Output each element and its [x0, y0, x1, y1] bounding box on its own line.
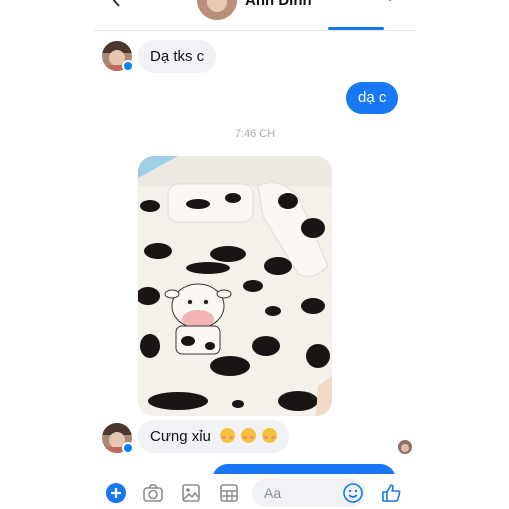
message-text: Cưng xỉu [150, 428, 211, 445]
message-composer [94, 474, 416, 509]
message-bubble-outgoing[interactable]: dạ c [346, 82, 399, 114]
seen-indicator-avatar [398, 440, 412, 454]
smiling-face-with-hearts-icon [262, 428, 278, 443]
plus-icon[interactable] [105, 482, 127, 504]
emoji-icon[interactable] [342, 482, 364, 504]
smiling-face-with-hearts-icon [220, 428, 236, 443]
sticker-icon[interactable] [218, 482, 240, 504]
chat-header: Anh Dinh [94, 0, 416, 31]
message-bubble-incoming[interactable]: Cưng xỉu [138, 420, 290, 453]
gallery-icon[interactable] [180, 482, 202, 504]
header-indicator [328, 27, 384, 30]
photo-message[interactable] [138, 156, 332, 416]
messenger-badge-icon [122, 442, 134, 454]
contact-name[interactable]: Anh Dinh [245, 0, 312, 9]
like-icon[interactable] [380, 482, 402, 504]
message-bubble-incoming[interactable]: Dạ tks c [138, 40, 217, 73]
message-timestamp: 7:46 CH [234, 128, 276, 140]
camera-icon[interactable] [142, 482, 164, 504]
more-options-icon[interactable] [388, 0, 392, 4]
back-arrow-icon[interactable] [108, 0, 124, 8]
smiling-face-with-hearts-icon [241, 428, 257, 443]
contact-avatar[interactable] [197, 0, 237, 20]
chat-window: Anh Dinh Dạ tks c dạ c 7:46 CH Cưng xỉu … [94, 0, 416, 509]
messenger-badge-icon [122, 60, 134, 72]
